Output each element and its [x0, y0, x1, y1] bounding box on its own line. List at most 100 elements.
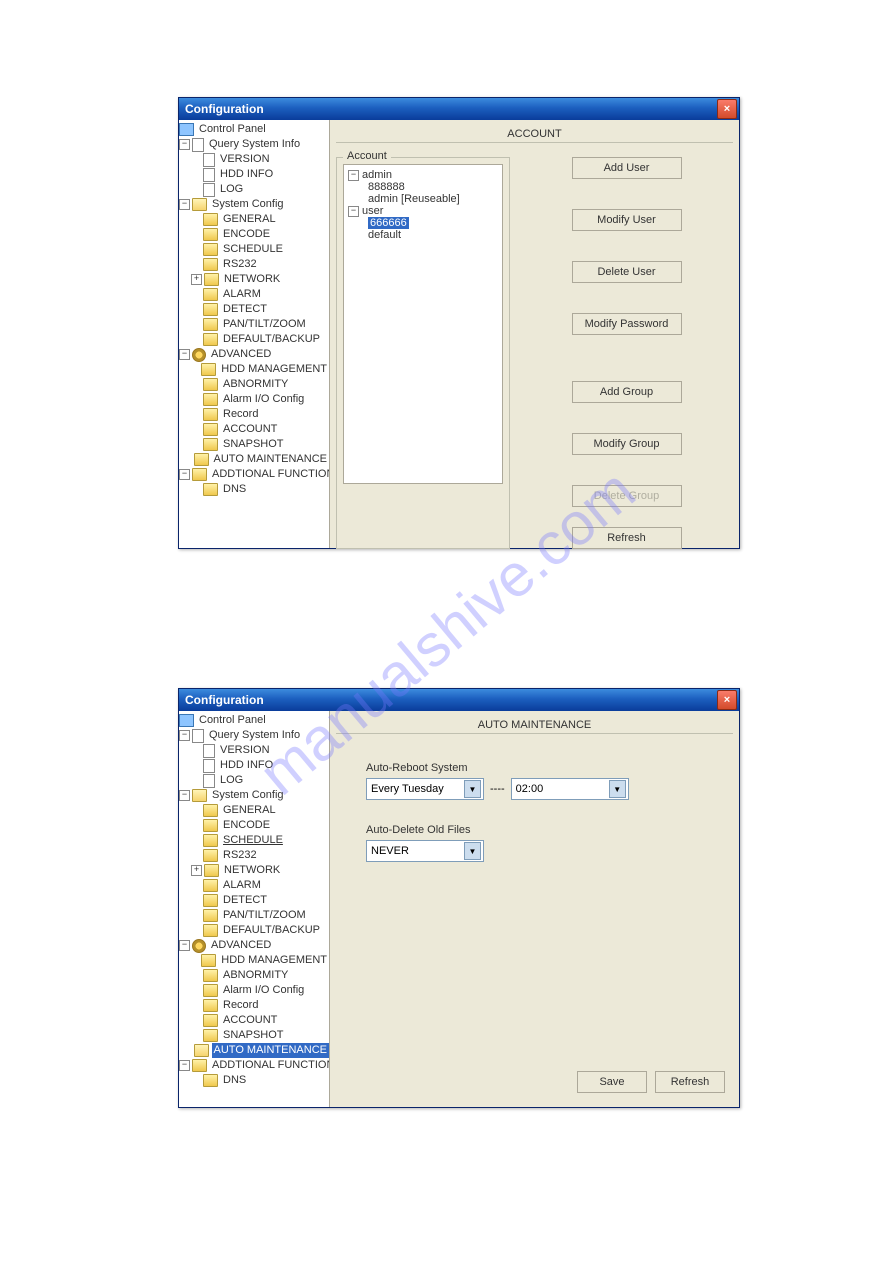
- expand-icon[interactable]: +: [191, 274, 202, 285]
- tree-snapshot[interactable]: SNAPSHOT: [221, 437, 286, 452]
- tree-hdd-info[interactable]: HDD INFO: [218, 758, 275, 773]
- collapse-icon[interactable]: −: [179, 730, 190, 741]
- config-window-automaint: Configuration × Control Panel −Query Sys…: [178, 688, 740, 1108]
- tree-detect[interactable]: DETECT: [221, 302, 269, 317]
- tree-log[interactable]: LOG: [218, 773, 245, 788]
- tree-root[interactable]: Control Panel: [197, 122, 268, 137]
- collapse-icon[interactable]: −: [348, 206, 359, 217]
- refresh-button[interactable]: Refresh: [655, 1071, 725, 1093]
- tree-general[interactable]: GENERAL: [221, 803, 278, 818]
- tree-alarm-io[interactable]: Alarm I/O Config: [221, 983, 306, 998]
- tree-query-sys-info[interactable]: Query System Info: [207, 137, 302, 152]
- folder-icon: [203, 819, 218, 832]
- folder-icon: [203, 804, 218, 817]
- nav-tree[interactable]: Control Panel − Query System Info VERSION…: [179, 122, 329, 497]
- tree-schedule[interactable]: SCHEDULE: [221, 833, 285, 848]
- account-user-default[interactable]: default: [368, 229, 401, 241]
- delete-user-button[interactable]: Delete User: [572, 261, 682, 283]
- folder-icon: [203, 288, 218, 301]
- auto-reboot-day-value: Every Tuesday: [371, 783, 464, 795]
- refresh-button[interactable]: Refresh: [572, 527, 682, 549]
- delete-group-button[interactable]: Delete Group: [572, 485, 682, 507]
- collapse-icon[interactable]: −: [179, 1060, 190, 1071]
- tree-schedule[interactable]: SCHEDULE: [221, 242, 285, 257]
- account-group-admin[interactable]: admin: [362, 169, 392, 181]
- expand-icon[interactable]: +: [191, 865, 202, 876]
- modify-password-button[interactable]: Modify Password: [572, 313, 682, 335]
- tree-encode[interactable]: ENCODE: [221, 818, 272, 833]
- account-tree[interactable]: −admin 888888 admin [Reuseable] −user 66…: [343, 164, 503, 484]
- tree-rs232[interactable]: RS232: [221, 257, 259, 272]
- folder-icon: [194, 1044, 209, 1057]
- nav-tree[interactable]: Control Panel − Query System Info VERSION…: [179, 713, 329, 1088]
- tree-auto-maint[interactable]: AUTO MAINTENANCE: [212, 452, 329, 467]
- tree-alarm-io[interactable]: Alarm I/O Config: [221, 392, 306, 407]
- folder-icon: [203, 258, 218, 271]
- tree-hdd-mgmt[interactable]: HDD MANAGEMENT: [219, 953, 329, 968]
- collapse-icon[interactable]: −: [179, 349, 190, 360]
- collapse-icon[interactable]: −: [348, 170, 359, 181]
- tree-record[interactable]: Record: [221, 998, 260, 1013]
- tree-alarm[interactable]: ALARM: [221, 878, 263, 893]
- tree-general[interactable]: GENERAL: [221, 212, 278, 227]
- tree-alarm[interactable]: ALARM: [221, 287, 263, 302]
- tree-dns[interactable]: DNS: [221, 482, 248, 497]
- add-user-button[interactable]: Add User: [572, 157, 682, 179]
- modify-user-button[interactable]: Modify User: [572, 209, 682, 231]
- tree-addl-func[interactable]: ADDTIONAL FUNCTION: [210, 1058, 330, 1073]
- add-group-button[interactable]: Add Group: [572, 381, 682, 403]
- collapse-icon[interactable]: −: [179, 940, 190, 951]
- tree-system-config[interactable]: System Config: [210, 788, 286, 803]
- tree-ptz[interactable]: PAN/TILT/ZOOM: [221, 908, 308, 923]
- tree-account[interactable]: ACCOUNT: [221, 422, 279, 437]
- tree-hdd-info[interactable]: HDD INFO: [218, 167, 275, 182]
- folder-icon: [194, 453, 209, 466]
- tree-encode[interactable]: ENCODE: [221, 227, 272, 242]
- folder-icon: [203, 438, 218, 451]
- close-button[interactable]: ×: [717, 690, 737, 710]
- tree-dns[interactable]: DNS: [221, 1073, 248, 1088]
- tree-default-backup[interactable]: DEFAULT/BACKUP: [221, 923, 322, 938]
- auto-reboot-day-select[interactable]: Every Tuesday ▼: [366, 778, 484, 800]
- tree-advanced[interactable]: ADVANCED: [209, 938, 273, 953]
- auto-reboot-time-select[interactable]: 02:00 ▼: [511, 778, 629, 800]
- account-user-888888[interactable]: 888888: [368, 181, 405, 193]
- account-user-666666[interactable]: 666666: [368, 217, 409, 229]
- tree-root[interactable]: Control Panel: [197, 713, 268, 728]
- tree-addl-func[interactable]: ADDTIONAL FUNCTION: [210, 467, 330, 482]
- close-icon: ×: [724, 694, 730, 706]
- save-button[interactable]: Save: [577, 1071, 647, 1093]
- collapse-icon[interactable]: −: [179, 139, 190, 150]
- collapse-icon[interactable]: −: [179, 469, 190, 480]
- chevron-down-icon: ▼: [464, 842, 481, 860]
- tree-version[interactable]: VERSION: [218, 152, 272, 167]
- tree-log[interactable]: LOG: [218, 182, 245, 197]
- folder-icon: [192, 1059, 207, 1072]
- tree-advanced[interactable]: ADVANCED: [209, 347, 273, 362]
- tree-rs232[interactable]: RS232: [221, 848, 259, 863]
- account-group-user[interactable]: user: [362, 205, 383, 217]
- tree-version[interactable]: VERSION: [218, 743, 272, 758]
- auto-delete-select[interactable]: NEVER ▼: [366, 840, 484, 862]
- tree-record[interactable]: Record: [221, 407, 260, 422]
- tree-network[interactable]: NETWORK: [222, 863, 282, 878]
- tree-query-sys-info[interactable]: Query System Info: [207, 728, 302, 743]
- tree-ptz[interactable]: PAN/TILT/ZOOM: [221, 317, 308, 332]
- tree-system-config[interactable]: System Config: [210, 197, 286, 212]
- tree-default-backup[interactable]: DEFAULT/BACKUP: [221, 332, 322, 347]
- tree-abnormity[interactable]: ABNORMITY: [221, 968, 290, 983]
- close-button[interactable]: ×: [717, 99, 737, 119]
- tree-network[interactable]: NETWORK: [222, 272, 282, 287]
- tree-hdd-mgmt[interactable]: HDD MANAGEMENT: [219, 362, 329, 377]
- tree-account[interactable]: ACCOUNT: [221, 1013, 279, 1028]
- collapse-icon[interactable]: −: [179, 199, 190, 210]
- window-title: Configuration: [185, 102, 264, 116]
- tree-detect[interactable]: DETECT: [221, 893, 269, 908]
- account-user-admin[interactable]: admin [Reuseable]: [368, 193, 460, 205]
- tree-auto-maint[interactable]: AUTO MAINTENANCE: [212, 1043, 329, 1058]
- tree-abnormity[interactable]: ABNORMITY: [221, 377, 290, 392]
- collapse-icon[interactable]: −: [179, 790, 190, 801]
- page-icon: [203, 774, 215, 788]
- modify-group-button[interactable]: Modify Group: [572, 433, 682, 455]
- tree-snapshot[interactable]: SNAPSHOT: [221, 1028, 286, 1043]
